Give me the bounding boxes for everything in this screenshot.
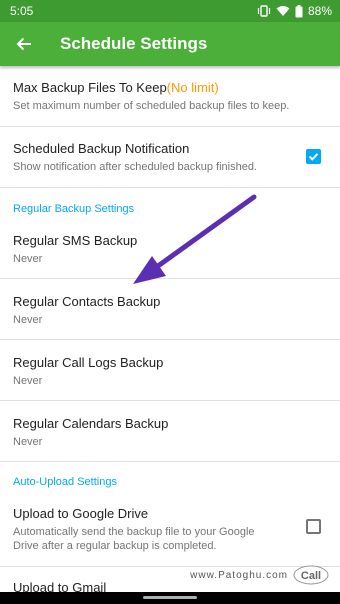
divider <box>0 126 340 127</box>
watermark-logo-icon: Call <box>293 565 329 585</box>
wifi-icon <box>276 6 290 16</box>
status-bar: 5:05 88% <box>0 0 340 22</box>
pref-title: Regular Calendars Backup <box>13 416 169 431</box>
vibrate-icon <box>257 5 271 17</box>
section-header-regular: Regular Backup Settings <box>13 203 135 215</box>
pref-upload-google-drive[interactable]: Upload to Google Drive Automatically sen… <box>0 506 340 553</box>
watermark: www.Patoghu.com Call <box>190 564 330 586</box>
pref-title: Regular Call Logs Backup <box>13 355 164 370</box>
pref-summary: Never <box>13 314 43 326</box>
home-gesture-pill[interactable] <box>143 596 197 599</box>
pref-title: Upload to Google Drive <box>13 506 149 521</box>
status-icons: 88% <box>257 4 332 18</box>
pref-regular-calendars-backup[interactable]: Regular Calendars Backup Never <box>0 416 340 449</box>
pref-summary: Set maximum number of scheduled backup f… <box>13 100 290 112</box>
back-button[interactable] <box>0 22 48 66</box>
pref-regular-contacts-backup[interactable]: Regular Contacts Backup Never <box>0 294 340 327</box>
page-title: Schedule Settings <box>60 34 208 53</box>
pref-summary: Show notification after scheduled backup… <box>13 161 257 173</box>
battery-level: 88% <box>307 4 332 18</box>
watermark-text: www.Patoghu.com <box>190 569 288 581</box>
battery-icon <box>295 4 303 17</box>
divider <box>0 400 340 401</box>
navigation-bar <box>0 592 340 604</box>
section-header-upload: Auto-Upload Settings <box>13 476 117 488</box>
pref-title: Max Backup Files To Keep(No limit) <box>13 80 219 95</box>
pref-title: Regular SMS Backup <box>13 233 138 248</box>
status-time: 5:05 <box>10 4 34 18</box>
svg-text:Call: Call <box>301 570 321 582</box>
pref-title: Regular Contacts Backup <box>13 294 161 309</box>
divider <box>0 187 340 188</box>
pref-scheduled-notification[interactable]: Scheduled Backup Notification Show notif… <box>0 141 340 174</box>
pref-max-backup-files[interactable]: Max Backup Files To Keep(No limit) Set m… <box>0 80 340 113</box>
pref-summary: Never <box>13 375 43 387</box>
pref-title: Scheduled Backup Notification <box>13 141 190 156</box>
divider <box>0 278 340 279</box>
check-icon <box>308 153 319 161</box>
notification-checkbox[interactable] <box>306 149 321 164</box>
pref-regular-call-logs-backup[interactable]: Regular Call Logs Backup Never <box>0 355 340 388</box>
app-bar: Schedule Settings <box>0 22 340 66</box>
google-drive-checkbox[interactable] <box>306 519 321 534</box>
arrow-back-icon <box>16 37 31 51</box>
pref-value-highlight: (No limit) <box>166 80 219 95</box>
pref-summary: Automatically send the backup file to yo… <box>13 526 255 552</box>
divider <box>0 339 340 340</box>
pref-regular-sms-backup[interactable]: Regular SMS Backup Never <box>0 233 340 266</box>
divider <box>0 461 340 462</box>
pref-summary: Never <box>13 253 43 265</box>
pref-summary: Never <box>13 436 43 448</box>
